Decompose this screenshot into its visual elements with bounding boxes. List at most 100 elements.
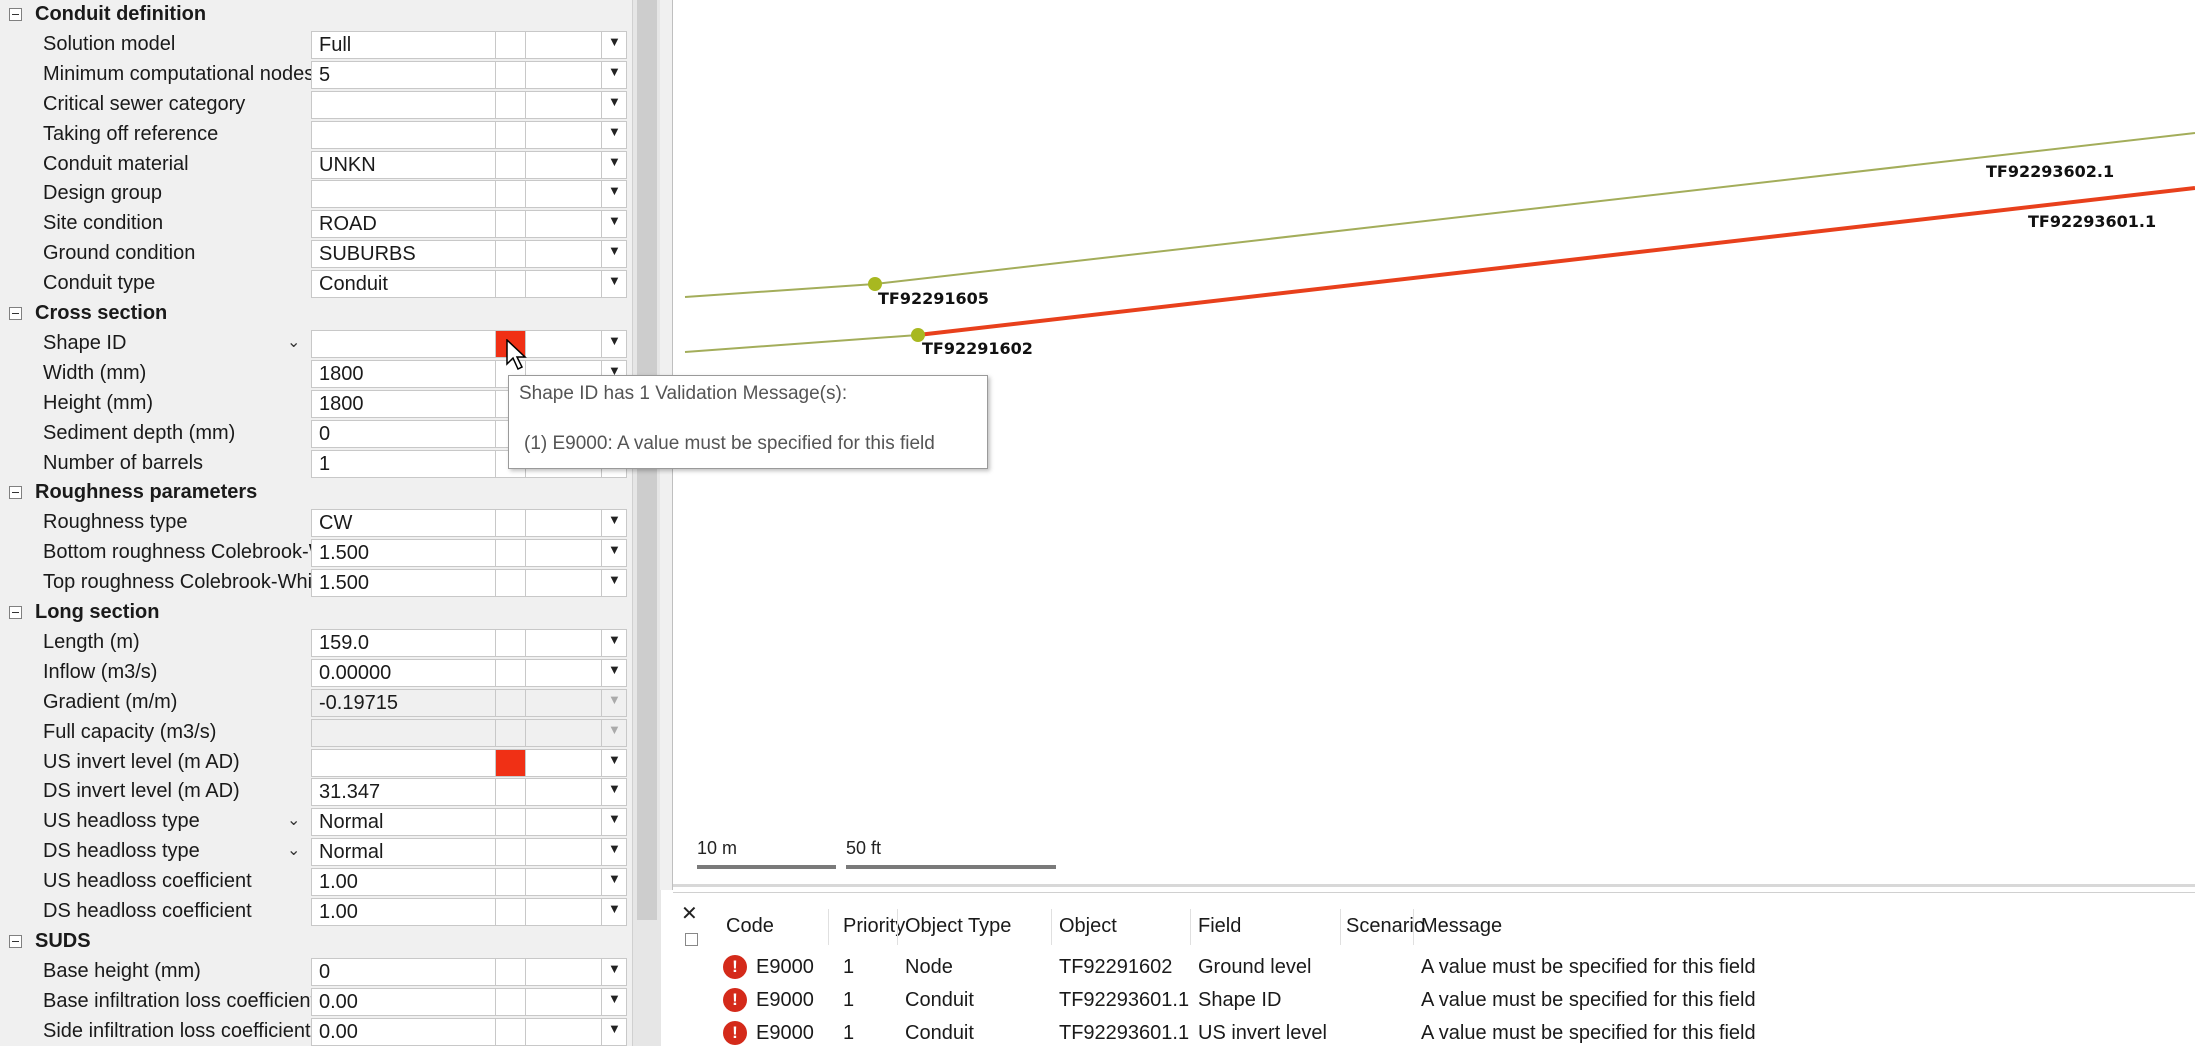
- property-value-field[interactable]: ▼: [311, 121, 627, 149]
- column-header-object[interactable]: Object: [1059, 915, 1117, 938]
- dropdown-arrow-icon[interactable]: ▼: [608, 273, 621, 288]
- column-header-object-type[interactable]: Object Type: [905, 915, 1011, 938]
- property-value-field[interactable]: ROAD ▼: [311, 210, 627, 238]
- dropdown-arrow-icon[interactable]: ▼: [608, 124, 621, 139]
- property-row[interactable]: DS headloss coefficient 1.00 ▼: [0, 897, 632, 927]
- close-icon[interactable]: ✕: [681, 901, 698, 926]
- property-row[interactable]: Minimum computational nodes 5 ▼: [0, 60, 632, 90]
- category-cross-section[interactable]: Cross section: [0, 299, 632, 329]
- message-row[interactable]: ! E9000 1 Conduit TF92293601.1 Shape ID A valu…: [673, 985, 2195, 1017]
- property-row[interactable]: Base infiltration loss coefficient 0.00 ▼: [0, 987, 632, 1017]
- dropdown-arrow-icon[interactable]: ▼: [608, 752, 621, 767]
- dropdown-arrow-icon[interactable]: ▼: [608, 961, 621, 976]
- dropdown-arrow-icon[interactable]: ▼: [608, 154, 621, 169]
- dropdown-arrow-icon[interactable]: ▼: [608, 333, 621, 348]
- property-value-field[interactable]: 5 ▼: [311, 61, 627, 89]
- property-row[interactable]: Gradient (m/m) -0.19715 ▼: [0, 688, 632, 718]
- dropdown-arrow-icon[interactable]: ▼: [608, 991, 621, 1006]
- property-row[interactable]: Design group ▼: [0, 179, 632, 209]
- property-value-field[interactable]: 1.00 ▼: [311, 898, 627, 926]
- property-value-field[interactable]: ▼: [311, 91, 627, 119]
- property-value-field[interactable]: 0.00000 ▼: [311, 659, 627, 687]
- collapse-icon[interactable]: [9, 935, 22, 948]
- property-value-field[interactable]: 1.500 ▼: [311, 539, 627, 567]
- property-value-field[interactable]: ▼: [311, 749, 627, 777]
- property-row[interactable]: Taking off reference ▼: [0, 120, 632, 150]
- property-value-field[interactable]: CW ▼: [311, 509, 627, 537]
- chevron-down-icon[interactable]: ⌄: [287, 840, 300, 860]
- property-value-field[interactable]: Conduit ▼: [311, 270, 627, 298]
- property-row[interactable]: Critical sewer category ▼: [0, 90, 632, 120]
- dropdown-arrow-icon[interactable]: ▼: [608, 213, 621, 228]
- collapse-icon[interactable]: [9, 486, 22, 499]
- property-row[interactable]: Base height (mm) 0 ▼: [0, 957, 632, 987]
- category-long-section[interactable]: Long section: [0, 598, 632, 628]
- property-row[interactable]: DS invert level (m AD) 31.347 ▼: [0, 777, 632, 807]
- category-roughness-parameters[interactable]: Roughness parameters: [0, 478, 632, 508]
- property-row[interactable]: Bottom roughness Colebrook-White 1.500 ▼: [0, 538, 632, 568]
- property-row[interactable]: US headloss type ⌄ Normal ▼: [0, 807, 632, 837]
- dropdown-arrow-icon[interactable]: ▼: [608, 572, 621, 587]
- chevron-down-icon[interactable]: ⌄: [287, 332, 300, 352]
- dropdown-arrow-icon[interactable]: ▼: [608, 662, 621, 677]
- property-row[interactable]: Inflow (m3/s) 0.00000 ▼: [0, 658, 632, 688]
- column-header-priority[interactable]: Priority: [843, 915, 905, 938]
- collapse-icon[interactable]: [9, 307, 22, 320]
- column-header-field[interactable]: Field: [1198, 915, 1241, 938]
- dropdown-arrow-icon[interactable]: ▼: [608, 632, 621, 647]
- dropdown-arrow-icon[interactable]: ▼: [608, 811, 621, 826]
- validation-error-flag[interactable]: [496, 750, 525, 776]
- dropdown-arrow-icon[interactable]: ▼: [608, 781, 621, 796]
- column-header-code[interactable]: Code: [726, 915, 774, 938]
- category-conduit-definition[interactable]: Conduit definition: [0, 0, 632, 30]
- property-value-field[interactable]: 0▼: [311, 958, 627, 986]
- property-value-field[interactable]: 0.00 ▼: [311, 1018, 627, 1046]
- property-row[interactable]: Length (m) 159.0 ▼: [0, 628, 632, 658]
- chevron-down-icon[interactable]: ⌄: [287, 810, 300, 830]
- property-value-field[interactable]: ▼: [311, 330, 627, 358]
- dropdown-arrow-icon[interactable]: ▼: [608, 841, 621, 856]
- dropdown-arrow-icon[interactable]: ▼: [608, 542, 621, 557]
- collapse-icon[interactable]: [9, 8, 22, 21]
- dropdown-arrow-icon[interactable]: ▼: [608, 183, 621, 198]
- dropdown-arrow-icon[interactable]: ▼: [608, 34, 621, 49]
- dropdown-arrow-icon[interactable]: ▼: [608, 64, 621, 79]
- property-value-field[interactable]: 1.500 ▼: [311, 569, 627, 597]
- property-value-field[interactable]: 159.0 ▼: [311, 629, 627, 657]
- category-suds[interactable]: SUDS: [0, 927, 632, 957]
- property-value-field[interactable]: Normal ▼: [311, 838, 627, 866]
- property-value-field[interactable]: 0.00 ▼: [311, 988, 627, 1016]
- property-row[interactable]: Conduit type Conduit ▼: [0, 269, 632, 299]
- property-row[interactable]: Site condition ROAD ▼: [0, 209, 632, 239]
- property-value-field[interactable]: SUBURBS ▼: [311, 240, 627, 268]
- collapse-icon[interactable]: [9, 606, 22, 619]
- property-row[interactable]: Shape ID ⌄ ▼: [0, 329, 632, 359]
- property-value-field[interactable]: ▼: [311, 180, 627, 208]
- dropdown-arrow-icon[interactable]: ▼: [608, 871, 621, 886]
- property-row[interactable]: DS headloss type ⌄ Normal ▼: [0, 837, 632, 867]
- property-row[interactable]: Conduit material UNKN ▼: [0, 150, 632, 180]
- property-value-field[interactable]: Full ▼: [311, 31, 627, 59]
- property-value-field[interactable]: Normal ▼: [311, 808, 627, 836]
- property-row[interactable]: Roughness type CW ▼: [0, 508, 632, 538]
- property-value-field[interactable]: 1.00 ▼: [311, 868, 627, 896]
- property-row[interactable]: Top roughness Colebrook-White 1.500 ▼: [0, 568, 632, 598]
- dropdown-arrow-icon[interactable]: ▼: [608, 243, 621, 258]
- dropdown-arrow-icon[interactable]: ▼: [608, 512, 621, 527]
- message-row[interactable]: ! E9000 1 Conduit TF92293601.1 US invert leve…: [673, 1018, 2195, 1050]
- property-row[interactable]: Solution model Full ▼: [0, 30, 632, 60]
- property-row[interactable]: Full capacity (m3/s) ▼: [0, 718, 632, 748]
- column-header-message[interactable]: Message: [1421, 915, 1502, 938]
- dropdown-arrow-icon[interactable]: ▼: [608, 94, 621, 109]
- property-grid-scrollbar[interactable]: [632, 0, 661, 1046]
- property-row[interactable]: US headloss coefficient 1.00 ▼: [0, 867, 632, 897]
- property-value-field[interactable]: 31.347 ▼: [311, 778, 627, 806]
- message-row[interactable]: ! E9000 1 Node TF92291602 Ground level A value…: [673, 952, 2195, 984]
- property-row[interactable]: Side infiltration loss coefficient 0.00 ▼: [0, 1017, 632, 1046]
- pin-icon[interactable]: [685, 933, 698, 946]
- property-row[interactable]: Ground condition SUBURBS ▼: [0, 239, 632, 269]
- dropdown-arrow-icon[interactable]: ▼: [608, 901, 621, 916]
- property-row[interactable]: US invert level (m AD) ▼: [0, 748, 632, 778]
- property-value-field[interactable]: UNKN ▼: [311, 151, 627, 179]
- dropdown-arrow-icon[interactable]: ▼: [608, 1021, 621, 1036]
